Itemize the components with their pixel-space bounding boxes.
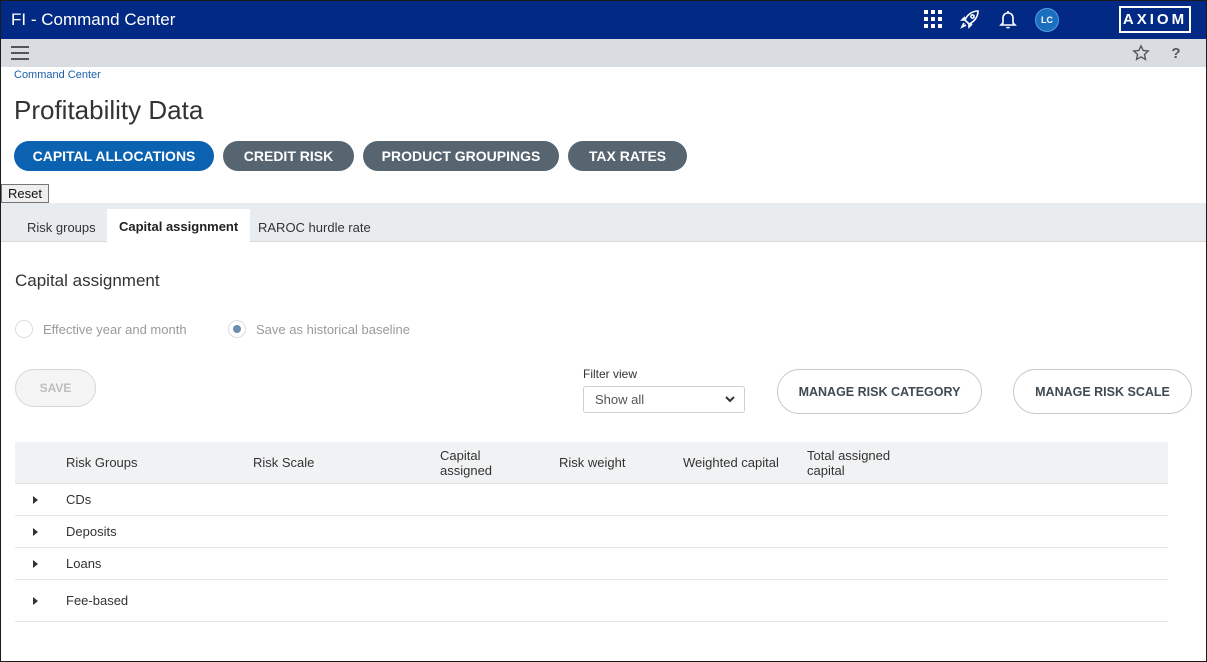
table-header: Risk Groups Risk Scale Capital assigned … — [15, 442, 1168, 484]
column-header[interactable]: Risk weight — [559, 455, 625, 470]
section-title: Capital assignment — [15, 271, 160, 290]
tab-risk-groups[interactable]: Risk groups — [27, 212, 96, 242]
pill-product-groupings[interactable]: PRODUCT GROUPINGS — [363, 141, 559, 171]
save-button[interactable]: SAVE — [15, 369, 96, 407]
expand-caret-icon[interactable] — [33, 597, 38, 605]
capital-assignment-table: Risk Groups Risk Scale Capital assigned … — [15, 442, 1168, 622]
radio-historical-baseline[interactable]: Save as historical baseline — [228, 320, 410, 338]
expand-caret-icon[interactable] — [33, 496, 38, 504]
tab-raroc-hurdle-rate[interactable]: RAROC hurdle rate — [258, 212, 371, 242]
manage-risk-category-button[interactable]: MANAGE RISK CATEGORY — [777, 369, 982, 414]
star-icon[interactable] — [1131, 43, 1151, 63]
row-label: Loans — [66, 556, 102, 571]
filter-view-label: Filter view — [583, 367, 638, 381]
column-header[interactable]: Capital assigned — [440, 448, 510, 478]
radio-circle-selected[interactable] — [228, 320, 246, 338]
filter-view-select[interactable]: Show all — [583, 386, 745, 413]
bell-icon[interactable] — [996, 7, 1020, 31]
pill-credit-risk[interactable]: CREDIT RISK — [223, 141, 354, 171]
top-bar: FI - Command Center LC AXIOM — [0, 0, 1207, 39]
row-label: Fee-based — [66, 593, 129, 608]
rocket-icon[interactable] — [958, 7, 982, 31]
radio-circle[interactable] — [15, 320, 33, 338]
tab-bar: Risk groups Capital assignment RAROC hur… — [0, 203, 1207, 243]
radio-label: Effective year and month — [43, 321, 187, 337]
menu-icon[interactable] — [11, 46, 29, 60]
reset-button[interactable]: Reset — [1, 184, 49, 203]
breadcrumb[interactable]: Command Center — [14, 69, 101, 81]
tab-capital-assignment[interactable]: Capital assignment — [107, 209, 251, 243]
row-label: CDs — [66, 492, 92, 507]
radio-label: Save as historical baseline — [256, 321, 410, 337]
help-icon[interactable]: ? — [1166, 43, 1186, 63]
table-row[interactable]: CDs — [15, 484, 1168, 516]
axiom-logo: AXIOM — [1119, 6, 1191, 33]
radio-effective-year-month[interactable]: Effective year and month — [15, 320, 187, 338]
column-header[interactable]: Total assigned capital — [807, 448, 907, 478]
filter-view-value: Show all — [595, 392, 645, 407]
expand-caret-icon[interactable] — [33, 560, 38, 568]
table-row[interactable]: Fee-based — [15, 580, 1168, 622]
app-title: FI - Command Center — [11, 10, 176, 29]
column-header[interactable]: Weighted capital — [683, 455, 779, 470]
expand-caret-icon[interactable] — [33, 528, 38, 536]
sub-bar: ? — [0, 39, 1207, 67]
chevron-down-icon — [724, 393, 736, 408]
row-label: Deposits — [66, 524, 117, 539]
table-row[interactable]: Loans — [15, 548, 1168, 580]
user-avatar[interactable]: LC — [1035, 8, 1059, 32]
manage-risk-scale-button[interactable]: MANAGE RISK SCALE — [1013, 369, 1192, 414]
page-title: Profitability Data — [14, 95, 204, 125]
pill-capital-allocations[interactable]: CAPITAL ALLOCATIONS — [14, 141, 214, 171]
apps-grid-icon[interactable] — [921, 7, 945, 31]
pill-tax-rates[interactable]: TAX RATES — [568, 141, 687, 171]
column-header[interactable]: Risk Scale — [253, 455, 314, 470]
column-header[interactable]: Risk Groups — [66, 455, 138, 470]
table-row[interactable]: Deposits — [15, 516, 1168, 548]
